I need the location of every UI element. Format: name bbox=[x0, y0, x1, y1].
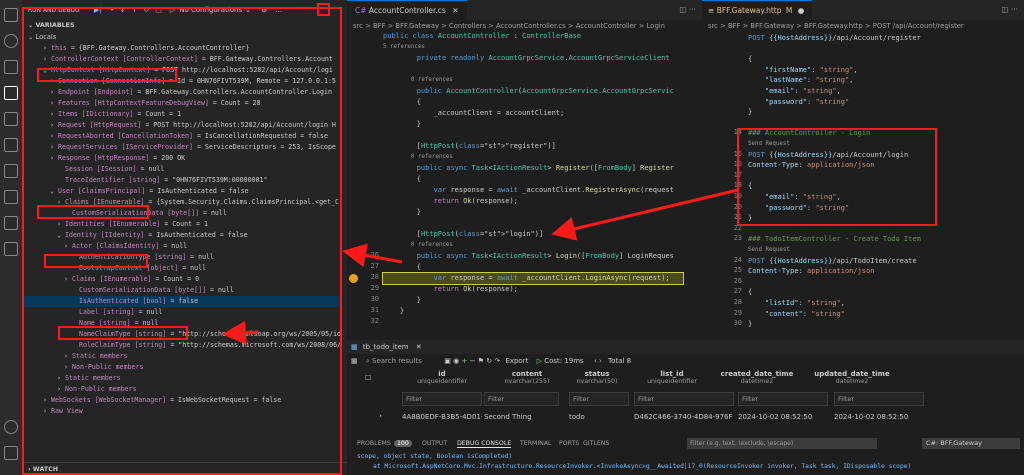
arrow-to-isauthenticated bbox=[222, 320, 259, 345]
arrow-to-variables bbox=[342, 243, 403, 268]
arrow-to-login-action bbox=[551, 188, 739, 241]
annotation-arrows bbox=[222, 188, 739, 345]
